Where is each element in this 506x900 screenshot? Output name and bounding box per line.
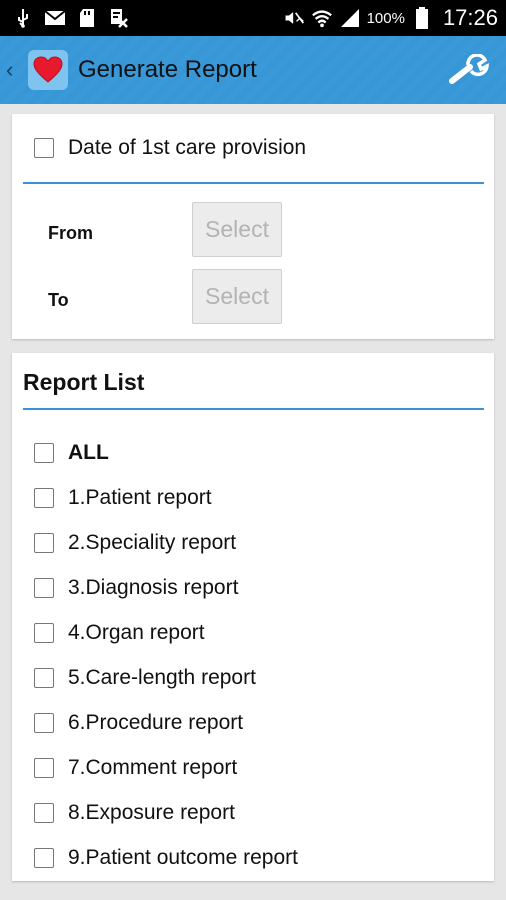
report-checkbox[interactable] [34, 847, 54, 868]
notification-icon [108, 7, 130, 29]
list-item-label: 2.Speciality report [68, 530, 237, 554]
report-checkbox[interactable] [34, 442, 54, 463]
status-bar: 100% 17:26 [0, 0, 506, 36]
report-checkbox[interactable] [34, 712, 54, 733]
list-item-label: 6.Procedure report [68, 710, 244, 734]
list-item[interactable]: 4.Organ report [34, 610, 298, 655]
to-label: To [48, 290, 69, 310]
list-item-label: 4.Organ report [68, 620, 205, 644]
report-list: ALL 1.Patient report 2.Speciality report… [34, 430, 298, 880]
battery-percent: 100% [366, 9, 405, 27]
back-chevron-icon[interactable]: ‹ [6, 57, 22, 83]
report-checkbox[interactable] [34, 667, 54, 688]
divider [23, 408, 484, 410]
report-checkbox[interactable] [34, 757, 54, 778]
from-label: From [48, 223, 93, 243]
mail-icon [44, 7, 66, 29]
usb-icon [12, 7, 34, 29]
list-item[interactable]: 2.Speciality report [34, 520, 298, 565]
heart-app-icon[interactable] [28, 50, 68, 90]
list-item-all[interactable]: ALL [34, 430, 298, 475]
wifi-icon [311, 7, 333, 29]
report-checkbox[interactable] [34, 802, 54, 823]
report-list-title: Report List [23, 369, 145, 395]
list-item-label: 8.Exposure report [68, 800, 235, 824]
list-item[interactable]: 7.Comment report [34, 745, 298, 790]
divider [23, 182, 484, 184]
signal-icon [339, 7, 361, 29]
report-checkbox[interactable] [34, 622, 54, 643]
list-item-label: 7.Comment report [68, 755, 238, 779]
clock: 17:26 [442, 5, 498, 30]
list-item[interactable]: 1.Patient report [34, 475, 298, 520]
list-item-label: 3.Diagnosis report [68, 575, 239, 599]
wrench-settings-icon[interactable] [448, 53, 490, 91]
action-bar: ‹ Generate Report [0, 36, 506, 104]
report-checkbox[interactable] [34, 577, 54, 598]
sd-card-icon [76, 7, 98, 29]
mute-icon [283, 7, 305, 29]
battery-icon [411, 7, 433, 29]
report-checkbox[interactable] [34, 487, 54, 508]
list-item[interactable]: 9.Patient outcome report [34, 835, 298, 880]
list-item[interactable]: 5.Care-length report [34, 655, 298, 700]
report-checkbox[interactable] [34, 532, 54, 553]
date-filter-label: Date of 1st care provision [68, 136, 307, 159]
date-filter-row[interactable]: Date of 1st care provision [34, 136, 306, 160]
date-filter-card: Date of 1st care provision From Select T… [12, 114, 494, 339]
list-item[interactable]: 3.Diagnosis report [34, 565, 298, 610]
list-item[interactable]: 8.Exposure report [34, 790, 298, 835]
page-title: Generate Report [78, 56, 257, 83]
list-item[interactable]: 6.Procedure report [34, 700, 298, 745]
list-item-label: ALL [68, 440, 109, 464]
report-list-card: Report List ALL 1.Patient report 2.Speci… [12, 353, 494, 881]
to-select-button[interactable]: Select [192, 269, 282, 324]
from-select-button[interactable]: Select [192, 202, 282, 257]
list-item-label: 5.Care-length report [68, 665, 256, 689]
date-filter-checkbox[interactable] [34, 138, 54, 158]
list-item-label: 9.Patient outcome report [68, 845, 298, 869]
list-item-label: 1.Patient report [68, 485, 212, 509]
